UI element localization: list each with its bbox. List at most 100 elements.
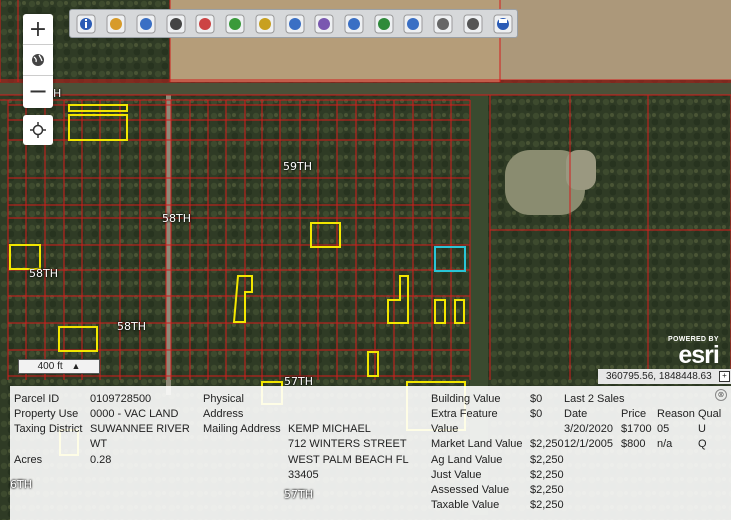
sales-header-qual: Qual <box>698 408 722 420</box>
add-layer-tool[interactable] <box>221 11 250 36</box>
layers-tool[interactable] <box>429 11 458 36</box>
print-map-icon <box>463 14 483 33</box>
triangle-up-icon: ▲ <box>71 361 81 371</box>
print-map-tool[interactable] <box>459 11 488 36</box>
value-parcel-id: 0109728500 <box>90 393 152 405</box>
home-globe-button[interactable] <box>23 45 53 75</box>
label-building-value: Building Value <box>431 393 501 405</box>
zoom-control: + − <box>23 14 53 108</box>
label-address: Address <box>203 408 244 420</box>
pan-icon <box>166 14 186 33</box>
value-extra-feature: $0 <box>530 408 543 420</box>
print-icon <box>403 14 423 33</box>
zoom-out-icon <box>344 14 364 33</box>
mailing-line-3: WEST PALM BEACH FL <box>288 454 409 466</box>
sales-header-date: Date <box>564 408 588 420</box>
label-acres: Acres <box>14 454 43 466</box>
label-just-value: Just Value <box>431 469 482 481</box>
sale-row-date: 3/20/2020 <box>564 423 613 435</box>
scale-bar: 400 ft ▲ <box>18 359 100 374</box>
select-box-icon <box>106 14 126 33</box>
scale-label: 400 ft <box>37 361 63 372</box>
sale-row-reason: 05 <box>657 423 670 435</box>
field-area <box>500 0 731 80</box>
zoom-in-button[interactable]: + <box>23 14 53 45</box>
info-icon <box>76 14 96 33</box>
mailing-line-2: 712 WINTERS STREET <box>288 438 407 450</box>
esri-logo: esri <box>678 341 719 369</box>
map-toolbar <box>69 9 518 38</box>
value-taxing-district: SUWANNEE RIVER <box>90 423 190 435</box>
locate-person-tool[interactable] <box>250 11 279 36</box>
locate-person-icon <box>255 14 275 33</box>
street-label: 58TH <box>29 267 58 280</box>
draw-pencil-tool[interactable] <box>369 11 398 36</box>
value-taxing-district-2: WT <box>90 438 108 450</box>
label-parcel-id: Parcel ID <box>14 393 60 405</box>
value-just: $2,250 <box>530 469 564 481</box>
crosshair-icon <box>30 122 46 138</box>
expand-icon[interactable]: + <box>719 371 730 382</box>
street-label: 6TH <box>10 478 32 491</box>
street-label: 58TH <box>117 320 146 333</box>
draw-pencil-icon <box>374 14 394 33</box>
zoom-out-tool[interactable] <box>340 11 369 36</box>
value-market-land: $2,250 <box>530 438 564 450</box>
sale-row-price: $1700 <box>621 423 652 435</box>
street-label: 57TH <box>284 488 313 501</box>
close-icon[interactable]: ⊗ <box>715 389 727 401</box>
save-icon <box>493 14 513 33</box>
select-box-tool[interactable] <box>102 11 131 36</box>
basemap-tool[interactable] <box>280 11 309 36</box>
label-extra-feature-value: Value <box>431 423 459 435</box>
sales-title: Last 2 Sales <box>564 393 625 405</box>
label-physical: Physical <box>203 393 244 405</box>
print-tool[interactable] <box>399 11 428 36</box>
pan-tool[interactable] <box>161 11 190 36</box>
sale-row-qual: U <box>698 423 706 435</box>
save-tool[interactable] <box>488 11 517 36</box>
label-property-use: Property Use <box>14 408 79 420</box>
eraser-icon <box>195 14 215 33</box>
label-taxing-district: Taxing District <box>14 423 83 435</box>
street-label: H <box>53 87 62 100</box>
parcel-info-panel: ⊗ Parcel ID Property Use Taxing District… <box>10 386 731 520</box>
esri-attribution: POWERED BY esri <box>668 336 720 369</box>
value-taxable: $2,250 <box>530 499 564 511</box>
value-acres: 0.28 <box>90 454 112 466</box>
coordinate-value: 360795.56, 1848448.63 <box>606 371 712 382</box>
coordinate-readout: 360795.56, 1848448.63 + <box>598 369 731 384</box>
label-extra-feature: Extra Feature <box>431 408 498 420</box>
sale-row-qual: Q <box>698 438 707 450</box>
value-ag-land: $2,250 <box>530 454 564 466</box>
road-band <box>0 83 731 95</box>
sale-row-reason: n/a <box>657 438 673 450</box>
label-mailing-address: Mailing Address <box>203 423 281 435</box>
locate-button[interactable] <box>23 115 53 145</box>
mailing-line-4: 33405 <box>288 469 319 481</box>
measure-tool[interactable] <box>310 11 339 36</box>
globe-icon <box>32 54 44 66</box>
label-taxable-value: Taxable Value <box>431 499 500 511</box>
value-building: $0 <box>530 393 543 405</box>
label-assessed-value: Assessed Value <box>431 484 510 496</box>
sale-row-date: 12/1/2005 <box>564 438 613 450</box>
street-label: 59TH <box>283 160 312 173</box>
layers-icon <box>433 14 453 33</box>
zoom-out-button[interactable]: − <box>23 75 53 106</box>
street-label: 58TH <box>162 212 191 225</box>
zoom-in-icon <box>136 14 156 33</box>
add-layer-icon <box>225 14 245 33</box>
measure-icon <box>314 14 334 33</box>
sale-row-price: $800 <box>621 438 646 450</box>
mailing-line-1: KEMP MICHAEL <box>288 423 371 435</box>
value-assessed: $2,250 <box>530 484 564 496</box>
sales-header-reason: Reason <box>657 408 695 420</box>
eraser-tool[interactable] <box>191 11 220 36</box>
basemap-icon <box>285 14 304 33</box>
zoom-in-tool[interactable] <box>131 11 160 36</box>
label-ag-land: Ag Land Value <box>431 454 503 466</box>
value-property-use: 0000 - VAC LAND <box>90 408 179 420</box>
sales-header-price: Price <box>621 408 647 420</box>
info-tool[interactable] <box>72 11 101 36</box>
